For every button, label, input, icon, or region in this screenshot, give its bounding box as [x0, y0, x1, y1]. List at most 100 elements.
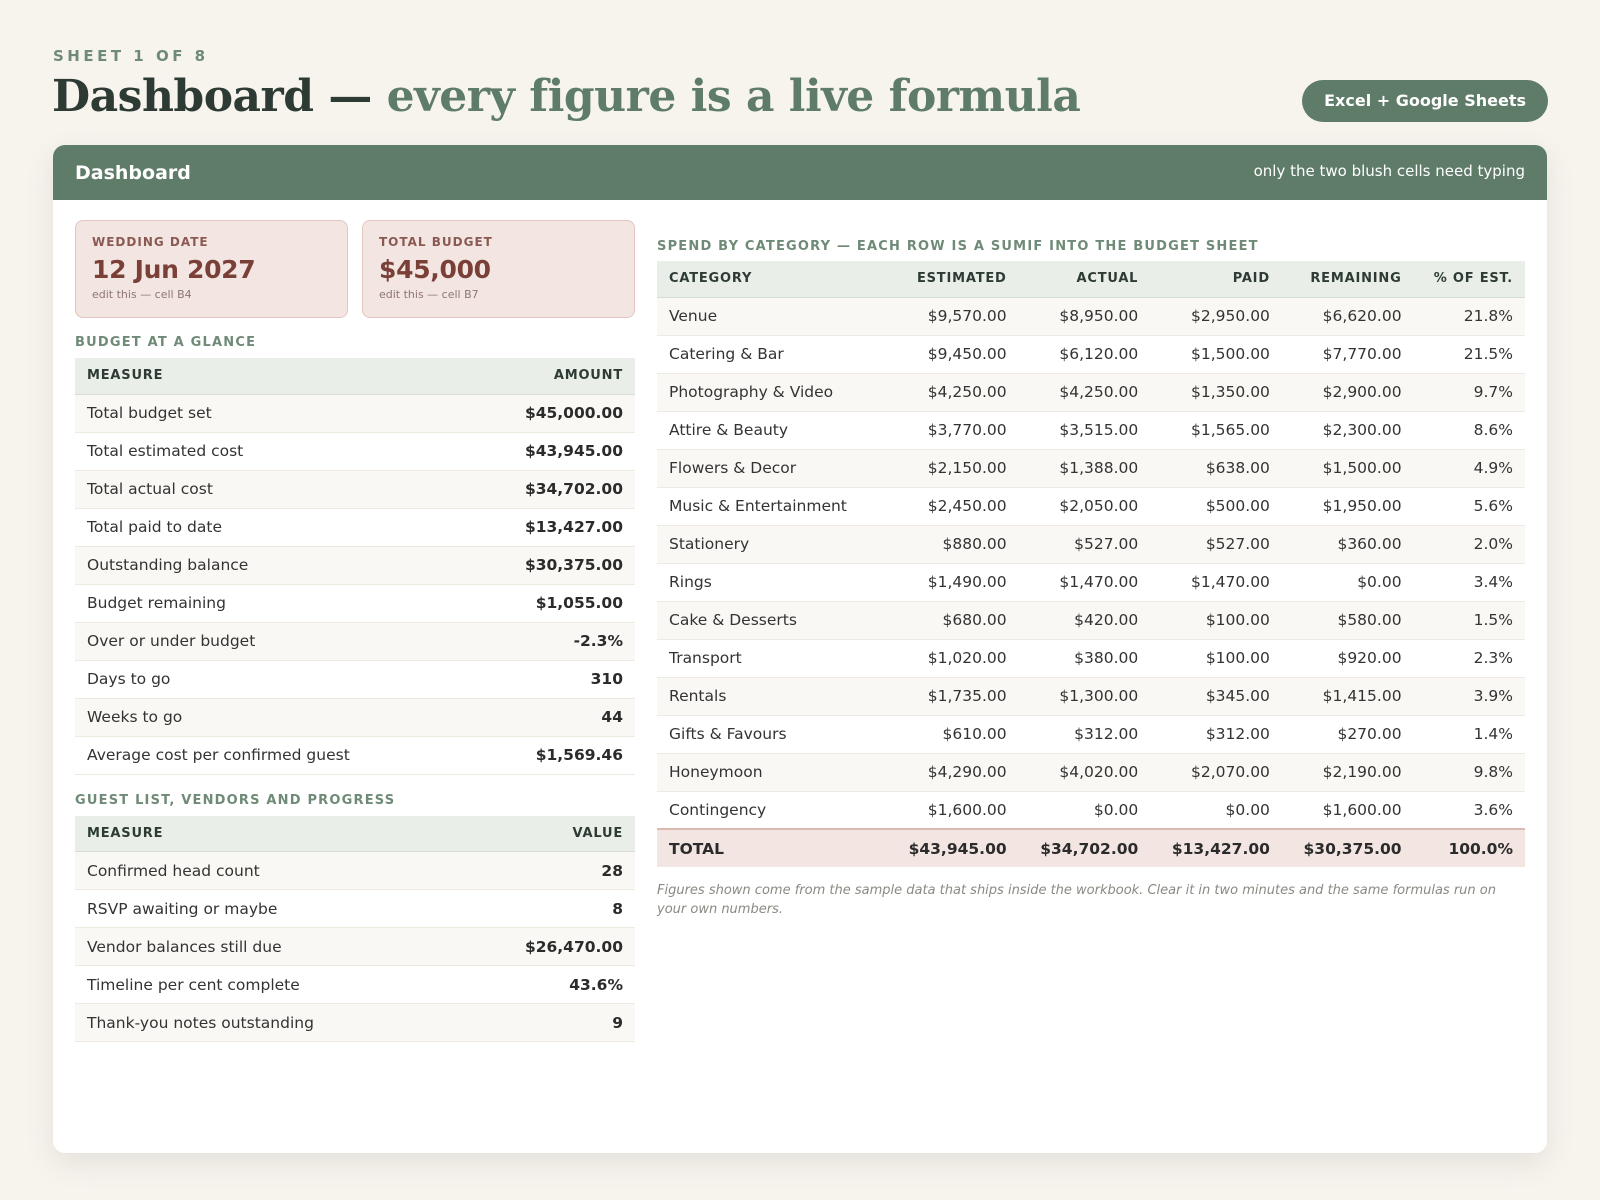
column-header: % OF EST.	[1413, 261, 1525, 298]
total-row: TOTAL $43,945.00 $34,702.00 $13,427.00 $30,3…	[657, 828, 1525, 867]
amount-cell: 2.0%	[1413, 525, 1525, 564]
total-budget-input[interactable]: TOTAL BUDGET $45,000 edit this — cell B7	[362, 220, 635, 318]
amount-cell: $1,735.00	[887, 677, 1019, 716]
measure-cell: Timeline per cent complete	[75, 965, 452, 1004]
table-row: Weeks to go 44	[75, 698, 635, 737]
input-value[interactable]: $45,000	[379, 255, 618, 284]
measure-cell: Weeks to go	[75, 698, 468, 737]
amount-cell: $580.00	[1281, 601, 1414, 640]
category-cell: Transport	[657, 639, 887, 678]
amount-cell: $2,190.00	[1281, 753, 1414, 792]
amount-cell: $500.00	[1150, 487, 1282, 526]
footnote: Figures shown come from the sample data …	[657, 883, 1496, 917]
value-cell: 310	[467, 660, 635, 699]
amount-cell: $9,570.00	[887, 297, 1019, 336]
page-title-accent: every figure is a live formula	[386, 71, 1081, 122]
amount-cell: 4.9%	[1413, 449, 1525, 488]
amount-cell: $680.00	[887, 601, 1019, 640]
table-row: RSVP awaiting or maybe 8	[75, 889, 635, 928]
category-cell: Honeymoon	[657, 753, 887, 792]
amount-cell: $270.00	[1281, 715, 1414, 754]
category-cell: Music & Entertainment	[657, 487, 887, 526]
amount-cell: $4,020.00	[1018, 753, 1151, 792]
amount-cell: $312.00	[1018, 715, 1151, 754]
budget-glance-table: MEASURE AMOUNT Total budget set $45,000.0…	[75, 358, 635, 775]
table-row: Over or under budget -2.3%	[75, 622, 635, 661]
amount-cell: $1,300.00	[1018, 677, 1151, 716]
value-cell: 28	[451, 851, 635, 890]
amount-cell: $1,350.00	[1150, 373, 1282, 412]
amount-cell: $2,070.00	[1150, 753, 1282, 792]
amount-cell: $3,770.00	[887, 411, 1019, 450]
measure-cell: Total paid to date	[75, 508, 468, 547]
table-row: Average cost per confirmed guest $1,569.4…	[75, 736, 635, 775]
input-cells: WEDDING DATE 12 Jun 2027 edit this — cel…	[75, 220, 635, 318]
value-cell: -2.3%	[467, 622, 635, 661]
amount-cell: $0.00	[1018, 791, 1151, 830]
measure-cell: Over or under budget	[75, 622, 468, 661]
input-value[interactable]: 12 Jun 2027	[92, 255, 331, 284]
total-cell: $34,702.00	[1018, 828, 1151, 867]
table-row: Catering & Bar $9,450.00 $6,120.00 $1,500.0…	[657, 335, 1525, 374]
card-note: only the two blush cells need typing	[1253, 161, 1525, 180]
measure-cell: Vendor balances still due	[75, 927, 452, 966]
amount-cell: $1,470.00	[1018, 563, 1151, 602]
amount-cell: $2,450.00	[887, 487, 1019, 526]
spend-table: CATEGORY ESTIMATED ACTUAL PAID REMAINING% OF…	[657, 261, 1525, 867]
amount-cell: $1,500.00	[1281, 449, 1414, 488]
value-cell: $13,427.00	[467, 508, 635, 547]
amount-cell: 21.8%	[1413, 297, 1525, 336]
table-row: Photography & Video $4,250.00 $4,250.00 $1,…	[657, 373, 1525, 412]
column-header: VALUE	[451, 815, 635, 852]
table-row: Flowers & Decor $2,150.00 $1,388.00 $638.00…	[657, 449, 1525, 488]
input-label: TOTAL BUDGET	[379, 235, 493, 249]
dashboard-card: Dashboard only the two blush cells need …	[53, 145, 1547, 1153]
amount-cell: $920.00	[1281, 639, 1414, 678]
table-row: Thank-you notes outstanding 9	[75, 1003, 635, 1042]
amount-cell: 3.6%	[1413, 791, 1525, 830]
amount-cell: $527.00	[1150, 525, 1282, 564]
category-cell: Gifts & Favours	[657, 715, 887, 754]
wedding-date-input[interactable]: WEDDING DATE 12 Jun 2027 edit this — cel…	[75, 220, 348, 318]
amount-cell: $1,500.00	[1150, 335, 1282, 374]
table-row: Outstanding balance $30,375.00	[75, 546, 635, 585]
measure-cell: Outstanding balance	[75, 546, 468, 585]
amount-cell: $9,450.00	[887, 335, 1019, 374]
amount-cell: $2,900.00	[1281, 373, 1414, 412]
amount-cell: 1.5%	[1413, 601, 1525, 640]
total-cell: $30,375.00	[1281, 828, 1414, 867]
value-cell: $26,470.00	[451, 927, 635, 966]
amount-cell: $1,950.00	[1281, 487, 1414, 526]
value-cell: $30,375.00	[467, 546, 635, 585]
guest-list-title: GUEST LIST, VENDORS AND PROGRESS	[75, 792, 396, 808]
amount-cell: $7,770.00	[1281, 335, 1414, 374]
amount-cell: $420.00	[1018, 601, 1151, 640]
table-row: Total estimated cost $43,945.00	[75, 432, 635, 471]
input-hint: edit this — cell B4	[92, 288, 192, 301]
measure-cell: Average cost per confirmed guest	[75, 736, 468, 775]
amount-cell: $2,150.00	[887, 449, 1019, 488]
table-row: Timeline per cent complete 43.6%	[75, 965, 635, 1004]
category-cell: Catering & Bar	[657, 335, 887, 374]
table-row: Stationery $880.00 $527.00 $527.00 $360.00 2.…	[657, 525, 1525, 564]
total-cell: $13,427.00	[1150, 828, 1282, 867]
amount-cell: $527.00	[1018, 525, 1151, 564]
measure-cell: Total budget set	[75, 394, 468, 433]
category-cell: Photography & Video	[657, 373, 887, 412]
amount-cell: 3.9%	[1413, 677, 1525, 716]
amount-cell: $4,250.00	[1018, 373, 1151, 412]
table-row: Rings $1,490.00 $1,470.00 $1,470.00 $0.00 3.4…	[657, 563, 1525, 602]
amount-cell: $0.00	[1150, 791, 1282, 830]
amount-cell: 21.5%	[1413, 335, 1525, 374]
column-header: MEASURE	[75, 815, 452, 852]
platform-badge[interactable]: Excel + Google Sheets	[1302, 80, 1548, 122]
left-column: WEDDING DATE 12 Jun 2027 edit this — cel…	[75, 220, 635, 1042]
measure-cell: RSVP awaiting or maybe	[75, 889, 452, 928]
measure-cell: Thank-you notes outstanding	[75, 1003, 452, 1042]
amount-cell: $1,020.00	[887, 639, 1019, 678]
amount-cell: $4,290.00	[887, 753, 1019, 792]
amount-cell: $638.00	[1150, 449, 1282, 488]
amount-cell: $6,120.00	[1018, 335, 1151, 374]
card-header: Dashboard only the two blush cells need …	[53, 145, 1547, 200]
page-title: Dashboard — every figure is a live formu…	[52, 70, 1081, 124]
